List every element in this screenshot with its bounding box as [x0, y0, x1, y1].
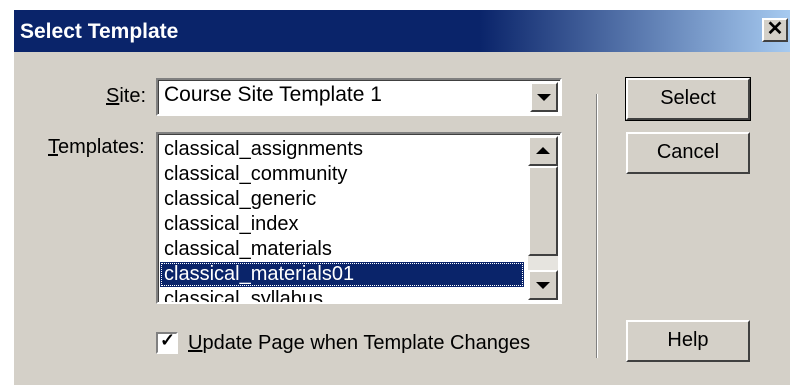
list-item[interactable]: classical_index [160, 212, 524, 237]
vertical-separator [596, 94, 598, 358]
site-label: Site: [106, 85, 147, 107]
list-item[interactable]: classical_materials [160, 237, 524, 262]
templates-listbox[interactable]: classical_assignments classical_communit… [156, 132, 562, 304]
scroll-down-button[interactable] [528, 270, 558, 300]
dialog-body: Site: Course Site Template 1 Templates: … [14, 52, 790, 385]
close-icon: ✕ [766, 18, 784, 40]
scroll-thumb[interactable] [528, 166, 558, 256]
help-button[interactable]: Help [626, 320, 750, 362]
scroll-down-icon [536, 282, 550, 289]
update-page-checkbox[interactable]: ✓ [156, 330, 178, 354]
list-item-selected[interactable]: classical_materials01 [160, 262, 524, 287]
select-button[interactable]: Select [625, 77, 751, 121]
close-button[interactable]: ✕ [762, 18, 788, 42]
templates-list: classical_assignments classical_communit… [160, 137, 524, 302]
templates-label: Templates: [48, 136, 145, 158]
list-item[interactable]: classical_community [160, 162, 524, 187]
checkmark-icon: ✓ [160, 330, 176, 350]
site-dropdown-button[interactable] [530, 82, 558, 112]
update-page-label[interactable]: Update Page when Template Changes [188, 332, 530, 355]
window-title: Select Template [20, 20, 179, 43]
title-bar[interactable]: Select Template ✕ [14, 10, 790, 52]
list-item[interactable]: classical_generic [160, 187, 524, 212]
site-select[interactable]: Course Site Template 1 [156, 78, 562, 116]
list-item[interactable]: classical_syllabus [160, 287, 524, 302]
scroll-up-button[interactable] [528, 136, 558, 166]
chevron-down-icon [537, 94, 551, 101]
select-template-dialog: Select Template ✕ Site: Course Site Temp… [0, 0, 790, 385]
cancel-button[interactable]: Cancel [626, 132, 750, 174]
templates-scrollbar[interactable] [528, 136, 558, 300]
site-select-value: Course Site Template 1 [164, 83, 382, 106]
scroll-up-icon [536, 147, 550, 154]
list-item[interactable]: classical_assignments [160, 137, 524, 162]
